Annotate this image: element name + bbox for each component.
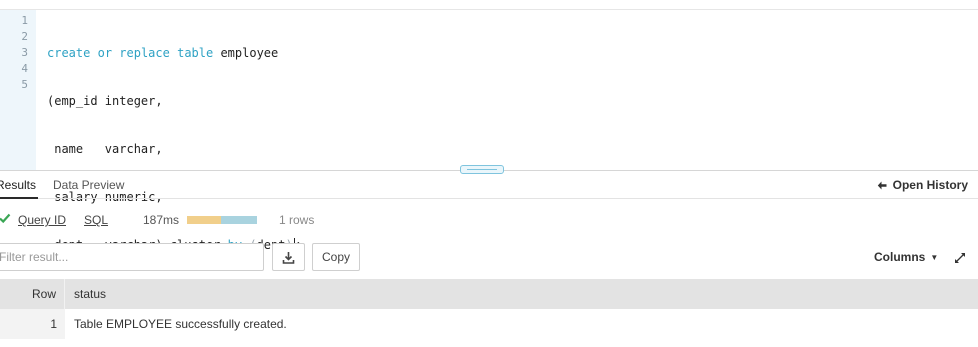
columns-dropdown[interactable]: Columns ▼: [874, 250, 938, 264]
line-number: 2: [21, 30, 28, 43]
sql-editor[interactable]: 1 2 3 4 5 create or replace table employ…: [0, 9, 978, 252]
query-id-link[interactable]: Query ID: [18, 213, 66, 227]
line-number: 1: [21, 14, 28, 27]
tab-data-preview[interactable]: Data Preview: [53, 178, 124, 192]
code-line: name varchar,: [47, 142, 163, 156]
code-line: (emp_id integer,: [47, 94, 163, 108]
query-duration: 187ms: [143, 213, 180, 227]
keyword: replace: [119, 46, 170, 60]
expand-icon[interactable]: [954, 252, 966, 264]
columns-label: Columns: [874, 250, 926, 264]
keyword: create: [47, 46, 91, 60]
compile-time-segment: [187, 216, 221, 224]
query-info-bar: Query ID SQL 187ms 1 rows: [0, 211, 978, 231]
check-icon: [0, 213, 11, 224]
keyword: table: [177, 46, 214, 60]
query-progress-bar: [187, 216, 257, 224]
row-number-cell: 1: [0, 309, 65, 339]
column-header-status[interactable]: status: [74, 287, 106, 301]
tab-results[interactable]: Results: [0, 178, 36, 192]
filter-result-input[interactable]: [0, 243, 264, 271]
code-line: create or replace table employee: [47, 45, 302, 61]
sql-link[interactable]: SQL: [84, 213, 108, 227]
caret-down-icon: ▼: [930, 253, 939, 262]
row-count: 1 rows: [279, 213, 315, 227]
status-cell: Table EMPLOYEE successfully created.: [74, 317, 287, 331]
open-history-label: Open History: [892, 178, 968, 192]
line-number-gutter: 1 2 3 4 5: [0, 10, 36, 171]
active-tab-indicator: [0, 197, 38, 199]
results-tabbar: Results Data Preview Open History: [0, 171, 978, 199]
line-number: 3: [21, 46, 28, 59]
line-number: 4: [21, 62, 28, 75]
open-history-button[interactable]: Open History: [877, 178, 968, 192]
table-header: Row status: [0, 279, 978, 309]
line-number: 5: [21, 78, 28, 91]
download-icon: [282, 251, 295, 264]
column-header-row[interactable]: Row: [0, 279, 65, 309]
keyword: or: [97, 46, 113, 60]
download-button[interactable]: [272, 243, 305, 271]
identifier: employee: [213, 46, 279, 60]
table-row[interactable]: 1 Table EMPLOYEE successfully created.: [0, 309, 978, 339]
arrow-left-icon: [877, 181, 887, 189]
copy-button[interactable]: Copy: [312, 243, 360, 271]
